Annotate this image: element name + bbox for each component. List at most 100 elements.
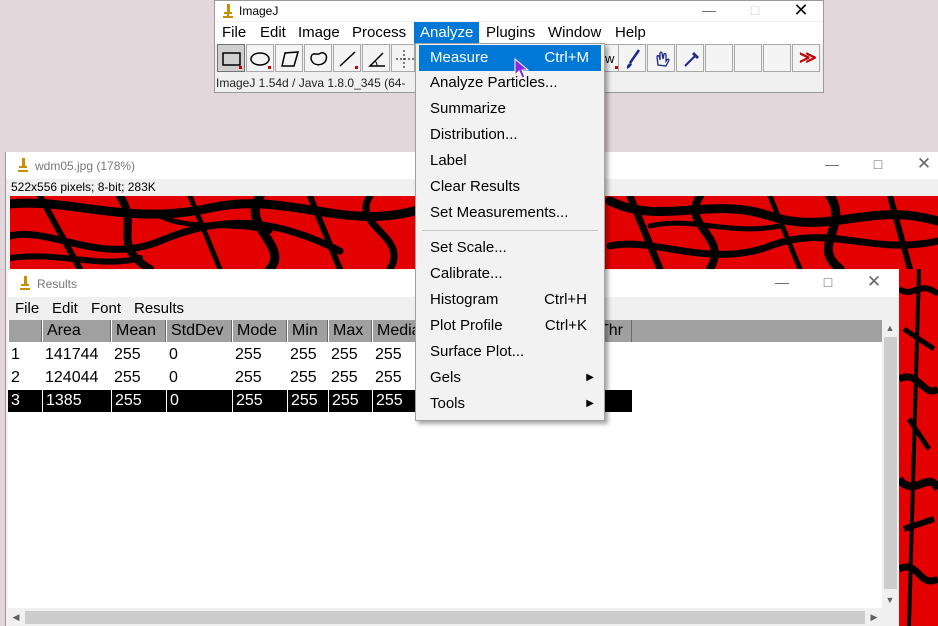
minimize-button[interactable]: — (686, 0, 732, 22)
close-button[interactable]: ✕ (778, 0, 824, 22)
cell-median: 255 (372, 390, 403, 412)
horizontal-scroll-thumb[interactable] (25, 611, 865, 624)
menu-item-plot-profile[interactable]: Plot Profile Ctrl+K (416, 313, 602, 339)
scroll-right-icon[interactable]: ▶ (866, 609, 882, 625)
status-text: ImageJ 1.54d / Java 1.8.0_345 (64- (216, 76, 406, 90)
hand-tool[interactable] (647, 44, 675, 72)
image-minimize-button[interactable]: — (809, 152, 855, 176)
menu-item-calibrate[interactable]: Calibrate... (416, 261, 602, 287)
results-minimize-button[interactable]: — (759, 270, 805, 294)
row-index: 2 (11, 369, 20, 386)
angle-icon (368, 52, 385, 67)
header-mode[interactable]: Mode (232, 320, 287, 342)
cell-mean: 255 (114, 369, 141, 386)
horizontal-scrollbar[interactable]: ◀ ▶ (8, 609, 882, 626)
vertical-scroll-thumb[interactable] (884, 337, 897, 589)
cell-stddev: 0 (166, 390, 179, 412)
svg-text:w: w (604, 51, 615, 66)
scroll-down-icon[interactable]: ▼ (882, 592, 898, 608)
scroll-corner (882, 609, 899, 626)
cell-stddev: 0 (169, 369, 178, 386)
menu-item-summarize[interactable]: Summarize (416, 96, 602, 122)
cell-max: 255 (328, 390, 359, 412)
cell-area: 1385 (42, 390, 82, 412)
cell-median: 255 (375, 346, 402, 363)
menu-process[interactable]: Process (352, 24, 406, 41)
cell-min: 255 (287, 390, 318, 412)
menu-item-set-scale[interactable]: Set Scale... (416, 235, 602, 261)
header-area[interactable]: Area (42, 320, 111, 342)
menu-plugins[interactable]: Plugins (486, 24, 535, 41)
cell-area: 141744 (45, 346, 99, 363)
imagej-title: ImageJ (239, 4, 279, 18)
image-window-title: wdm05.jpg (178%) (35, 159, 136, 173)
double-chevron-icon: ≫ (799, 48, 817, 67)
image-maximize-button[interactable]: □ (855, 152, 901, 176)
brush-tool[interactable] (618, 44, 646, 72)
thresholded-image-right (899, 269, 938, 626)
menu-window[interactable]: Window (548, 24, 601, 41)
empty-tool-slot-3[interactable] (763, 44, 791, 72)
results-menu-edit[interactable]: Edit (52, 300, 78, 317)
image-info-text: 522x556 pixels; 8-bit; 283K (11, 180, 156, 194)
results-close-button[interactable]: ✕ (851, 270, 897, 294)
freehand-icon (310, 52, 328, 66)
brush-icon (626, 49, 641, 69)
menu-item-clear-results[interactable]: Clear Results (416, 174, 602, 200)
menu-item-set-measurements[interactable]: Set Measurements... (416, 200, 602, 226)
header-index[interactable] (8, 320, 42, 342)
point-tool[interactable] (391, 44, 415, 72)
empty-tool-slot-2[interactable] (734, 44, 762, 72)
imagej-menubar: File Edit Image Process Analyze Plugins … (215, 22, 823, 44)
menu-item-distribution[interactable]: Distribution... (416, 122, 602, 148)
line-tool[interactable] (333, 44, 361, 72)
menu-item-gels[interactable]: Gels ▶ (416, 365, 602, 391)
results-maximize-button[interactable]: □ (805, 270, 851, 294)
cell-stddev: 0 (169, 346, 178, 363)
analyze-menu: Measure Ctrl+M Analyze Particles... Summ… (415, 43, 605, 421)
scroll-up-icon[interactable]: ▲ (882, 320, 898, 336)
vertical-scrollbar[interactable]: ▲ ▼ (882, 320, 899, 608)
dropper-tool[interactable] (676, 44, 704, 72)
oval-tool[interactable] (246, 44, 274, 72)
header-mean[interactable]: Mean (111, 320, 166, 342)
polygon-icon (281, 51, 300, 67)
results-title: Results (37, 277, 78, 291)
menu-separator (422, 230, 598, 231)
microscope-icon (20, 276, 30, 290)
menu-edit[interactable]: Edit (260, 24, 286, 41)
rectangle-tool[interactable] (217, 44, 245, 72)
header-max[interactable]: Max (328, 320, 372, 342)
results-menu-file[interactable]: File (15, 300, 39, 317)
cell-mode: 255 (235, 346, 262, 363)
empty-tool-slot-1[interactable] (705, 44, 733, 72)
menu-file[interactable]: File (222, 24, 246, 41)
menu-item-measure[interactable]: Measure Ctrl+M (419, 45, 601, 71)
imagej-titlebar[interactable]: ImageJ — □ ✕ (215, 0, 824, 22)
header-min[interactable]: Min (287, 320, 328, 342)
freehand-tool[interactable] (304, 44, 332, 72)
eyedropper-icon (684, 52, 699, 67)
menu-analyze[interactable]: Analyze (414, 22, 480, 44)
menu-item-surface-plot[interactable]: Surface Plot... (416, 339, 602, 365)
menu-item-tools[interactable]: Tools ▶ (416, 391, 602, 417)
cell-mean: 255 (111, 390, 142, 412)
image-canvas-right[interactable] (899, 269, 938, 626)
polygon-tool[interactable] (275, 44, 303, 72)
cell-area: 124044 (45, 369, 99, 386)
results-menu-results[interactable]: Results (134, 300, 184, 317)
cell-min: 255 (290, 369, 317, 386)
line-icon (339, 51, 358, 69)
menu-image[interactable]: Image (298, 24, 340, 41)
menu-help[interactable]: Help (615, 24, 646, 41)
menu-item-label[interactable]: Label (416, 148, 602, 174)
results-menu-font[interactable]: Font (91, 300, 121, 317)
header-stddev[interactable]: StdDev (166, 320, 232, 342)
maximize-button[interactable]: □ (732, 0, 778, 22)
more-tools-button[interactable]: ≫ (792, 44, 820, 72)
menu-item-analyze-particles[interactable]: Analyze Particles... (416, 70, 602, 96)
scroll-left-icon[interactable]: ◀ (8, 609, 24, 625)
image-close-button[interactable]: ✕ (901, 152, 938, 176)
menu-item-histogram[interactable]: Histogram Ctrl+H (416, 287, 602, 313)
angle-tool[interactable] (362, 44, 390, 72)
